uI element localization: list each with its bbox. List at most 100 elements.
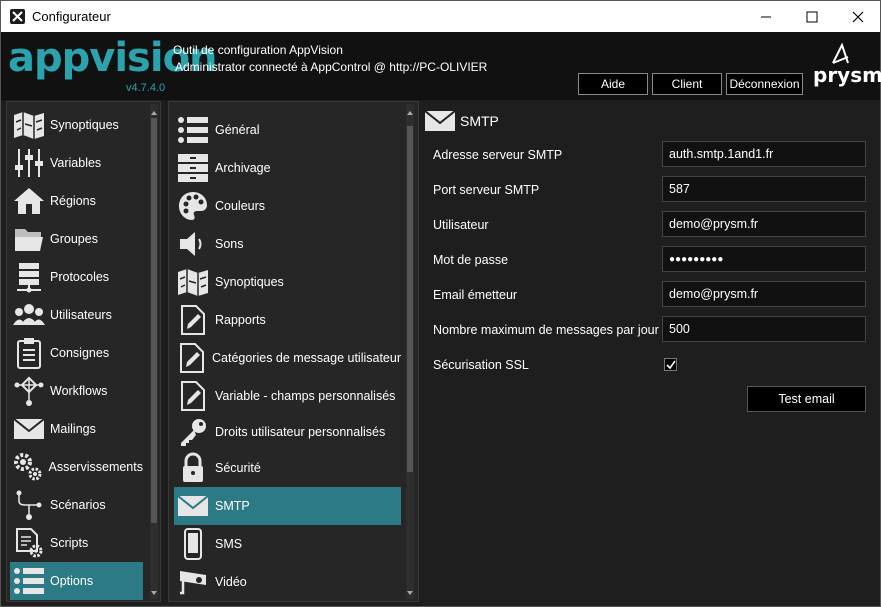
envelope-icon xyxy=(424,110,456,131)
option-label: Archivage xyxy=(215,161,271,175)
connection-status: Administrator connecté à AppControl @ ht… xyxy=(175,60,488,74)
app-header: appvision v4.7.4.0 Outil de configuratio… xyxy=(1,32,881,100)
scroll-up-icon[interactable] xyxy=(406,109,414,117)
client-button[interactable]: Client xyxy=(652,73,722,95)
app-icon xyxy=(10,9,25,24)
nav-label: Consignes xyxy=(50,346,110,360)
option-label: SMTP xyxy=(215,499,250,513)
list-icon xyxy=(176,113,210,147)
option-item-synoptiques[interactable]: Synoptiques xyxy=(174,263,401,301)
nav-label: Utilisateurs xyxy=(50,308,112,322)
sender-email-label: Email émetteur xyxy=(433,288,518,302)
nav-item-protocoles[interactable]: Protocoles xyxy=(10,258,143,296)
test-email-button[interactable]: Test email xyxy=(747,386,866,412)
smtp-port-input[interactable]: 587 xyxy=(662,176,866,202)
option-item-rapports[interactable]: Rapports xyxy=(174,301,401,339)
sender-email-input[interactable]: demo@prysm.fr xyxy=(662,281,866,307)
scroll-down-icon[interactable] xyxy=(406,589,414,597)
nav-item-consignes[interactable]: Consignes xyxy=(10,334,143,372)
option-item-variable-champs[interactable]: Variable - champs personnalisés xyxy=(174,377,401,415)
ssl-checkbox[interactable] xyxy=(664,358,677,371)
option-label: Vidéo xyxy=(215,575,247,589)
option-label: Catégories de message utilisateur xyxy=(212,351,401,365)
user-label: Utilisateur xyxy=(433,218,489,232)
option-item-general[interactable]: Général xyxy=(174,111,401,149)
smtp-server-label: Adresse serveur SMTP xyxy=(433,148,563,162)
option-label: Rapports xyxy=(215,313,266,327)
document-edit-icon xyxy=(176,341,207,375)
smtp-port-label: Port serveur SMTP xyxy=(433,183,540,197)
nav-item-workflows[interactable]: Workflows xyxy=(10,372,143,410)
nav-item-utilisateurs[interactable]: Utilisateurs xyxy=(10,296,143,334)
nav-item-mailings[interactable]: Mailings xyxy=(10,410,143,448)
phone-icon xyxy=(176,527,210,561)
sidebar-scroll-thumb[interactable] xyxy=(151,118,157,523)
appvision-logo: appvision xyxy=(8,35,218,81)
option-item-couleurs[interactable]: Couleurs xyxy=(174,187,401,225)
max-messages-input[interactable]: 500 xyxy=(662,316,866,342)
camera-icon xyxy=(176,565,210,599)
server-network-icon xyxy=(12,260,46,294)
nav-item-synoptiques[interactable]: Synoptiques xyxy=(10,106,143,144)
scroll-up-icon[interactable] xyxy=(150,109,158,117)
version-label: v4.7.4.0 xyxy=(126,82,166,94)
nav-item-groupes[interactable]: Groupes xyxy=(10,220,143,258)
user-input[interactable]: demo@prysm.fr xyxy=(662,211,866,237)
nav-item-scripts[interactable]: Scripts xyxy=(10,524,143,562)
list-icon xyxy=(12,564,46,598)
nav-label: Protocoles xyxy=(50,270,110,284)
option-item-smtp[interactable]: SMTP xyxy=(174,487,401,525)
nav-item-regions[interactable]: Régions xyxy=(10,182,143,220)
nav-item-scenarios[interactable]: Scénarios xyxy=(10,486,143,524)
logout-button[interactable]: Déconnexion xyxy=(726,73,803,95)
option-item-categories-message[interactable]: Catégories de message utilisateur xyxy=(174,339,401,377)
sidebar-scrollbar[interactable] xyxy=(150,104,158,599)
options-list: Général Archivage Couleurs Sons Synoptiq… xyxy=(168,101,419,602)
ssl-label: Sécurisation SSL xyxy=(433,358,529,372)
options-scrollbar[interactable] xyxy=(406,104,414,599)
option-label: Général xyxy=(215,123,260,137)
options-scroll-thumb[interactable] xyxy=(407,126,413,472)
option-item-video[interactable]: Vidéo xyxy=(174,563,401,601)
smtp-settings-panel: SMTP Adresse serveur SMTP auth.smtp.1and… xyxy=(421,101,876,602)
header-title: Outil de configuration AppVision xyxy=(173,43,343,57)
nav-label: Options xyxy=(50,574,94,588)
nav-label: Scénarios xyxy=(50,498,106,512)
option-label: Synoptiques xyxy=(215,275,284,289)
script-gear-icon xyxy=(12,526,46,560)
help-button[interactable]: Aide xyxy=(578,73,648,95)
option-item-sons[interactable]: Sons xyxy=(174,225,401,263)
workflow-icon xyxy=(12,374,46,408)
nav-label: Scripts xyxy=(50,536,89,550)
nav-label: Synoptiques xyxy=(50,118,119,132)
option-label: Sons xyxy=(215,237,244,251)
main-navigation: Synoptiques Variables Régions Groupes Pr… xyxy=(6,101,161,602)
minimize-button[interactable] xyxy=(743,1,789,32)
nav-item-variables[interactable]: Variables xyxy=(10,144,143,182)
title-bar: Configurateur xyxy=(1,1,880,32)
scroll-down-icon[interactable] xyxy=(150,589,158,597)
lock-icon xyxy=(176,451,210,485)
envelope-icon xyxy=(12,412,46,446)
nav-label: Groupes xyxy=(50,232,98,246)
document-edit-icon xyxy=(176,303,210,337)
option-item-securite[interactable]: Sécurité xyxy=(174,449,401,487)
option-label: Droits utilisateur personnalisés xyxy=(215,425,386,439)
nav-item-options[interactable]: Options xyxy=(10,562,143,600)
prysm-logo-icon xyxy=(832,43,849,64)
nav-item-asservissements[interactable]: Asservissements xyxy=(10,448,143,486)
password-input[interactable]: ●●●●●●●●● xyxy=(662,246,866,272)
option-item-archivage[interactable]: Archivage xyxy=(174,149,401,187)
smtp-server-input[interactable]: auth.smtp.1and1.fr xyxy=(662,141,866,167)
flow-icon xyxy=(12,488,46,522)
nav-label: Mailings xyxy=(50,422,96,436)
close-button[interactable] xyxy=(835,1,881,32)
option-item-sms[interactable]: SMS xyxy=(174,525,401,563)
maximize-button[interactable] xyxy=(789,1,835,32)
clipboard-icon xyxy=(12,336,46,370)
option-item-droits-utilisateur[interactable]: Droits utilisateur personnalisés xyxy=(174,413,401,451)
prysm-brand: prysm xyxy=(813,63,881,87)
map-icon xyxy=(176,265,210,299)
key-icon xyxy=(176,415,210,449)
configurator-window: Configurateur appvision v4.7.4.0 Outil d… xyxy=(0,0,881,607)
